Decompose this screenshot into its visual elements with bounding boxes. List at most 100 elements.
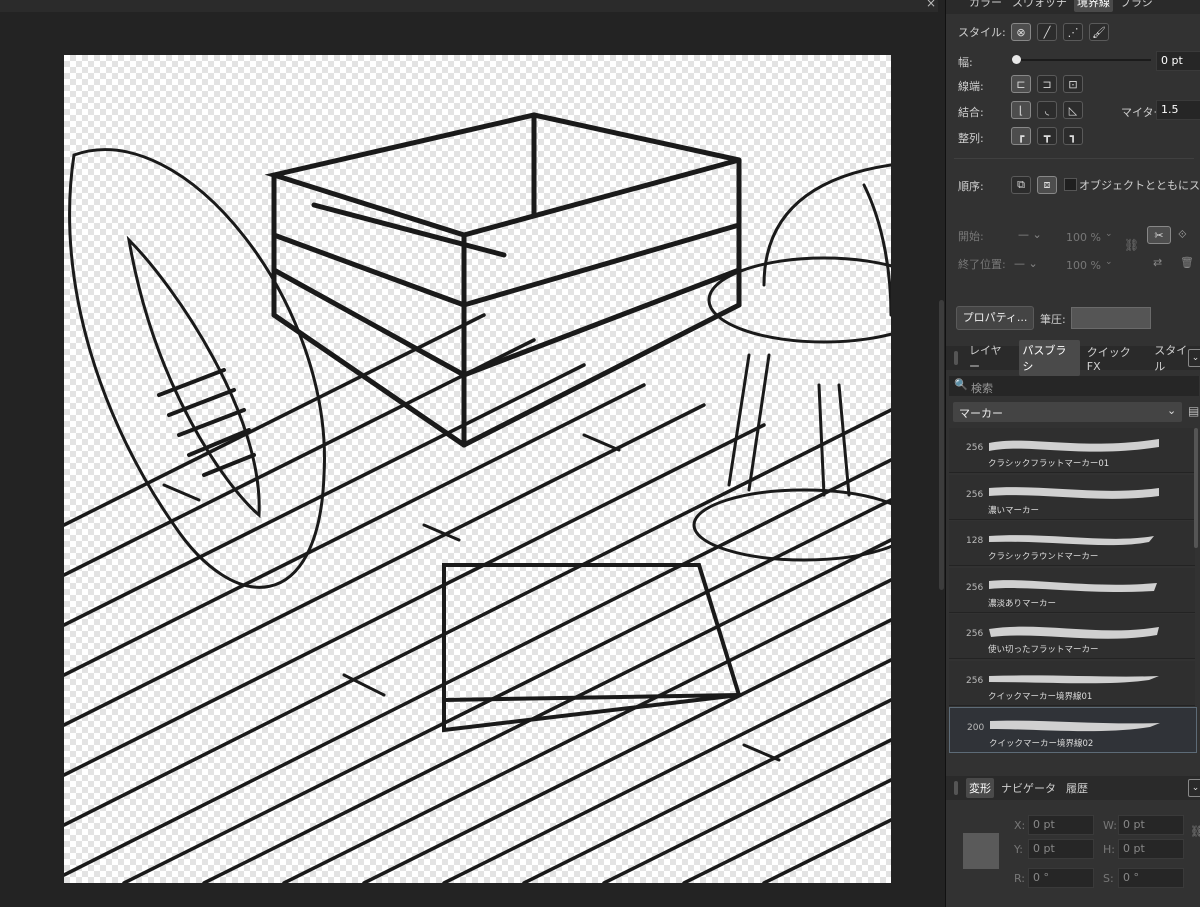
style-solid-button[interactable]: ╱ [1037, 23, 1057, 41]
end-label: 終了位置: [958, 258, 1006, 271]
scrollbar-thumb[interactable] [939, 300, 944, 590]
start-label: 開始: [958, 230, 984, 243]
tab-layers[interactable]: レイヤー [966, 340, 1015, 376]
align-outside-button[interactable]: ┓ [1063, 127, 1083, 145]
pressure-label: 筆圧: [1040, 313, 1066, 326]
brush-item[interactable]: 128 クラシックラウンドマーカー [949, 521, 1195, 566]
w-label: W: [1103, 819, 1117, 832]
solid-line-icon: ╱ [1043, 25, 1051, 39]
brush-item[interactable]: 256 濃淡ありマーカー [949, 567, 1195, 613]
join-round-button[interactable]: ◟ [1037, 101, 1057, 119]
document-canvas[interactable] [64, 55, 891, 883]
scale-with-object-checkbox[interactable] [1064, 178, 1077, 191]
start-scale-field[interactable]: 100 % [1066, 231, 1101, 244]
style-none-button[interactable]: ⊗ [1011, 23, 1031, 41]
artwork-drawing [64, 112, 891, 883]
style-texture-button[interactable]: 🖌 [1089, 23, 1109, 41]
panel-grip[interactable] [954, 351, 958, 365]
link-proportions-icon[interactable]: ⛓ [1190, 825, 1200, 838]
brush-item[interactable]: 256 使い切ったフラットマーカー [949, 614, 1195, 659]
stroke-front-icon: ⧈ [1043, 178, 1051, 191]
arrow-align-icon[interactable]: ⟐ [1178, 228, 1187, 242]
brush-list-scroll-thumb[interactable] [1194, 428, 1198, 548]
w-field[interactable]: 0 pt [1118, 815, 1184, 835]
y-field[interactable]: 0 pt [1028, 839, 1094, 859]
start-scale-dropdown-icon[interactable]: ⌄ [1105, 229, 1113, 239]
order-behind-button[interactable]: ⧉ [1011, 176, 1031, 194]
order-front-button[interactable]: ⧈ [1037, 176, 1057, 194]
brush-size: 256 [966, 443, 984, 453]
style-label: スタイル: [958, 26, 1006, 39]
brush-name: 濃淡ありマーカー [988, 598, 1057, 609]
swap-arrows-icon[interactable]: ⇄ [1153, 256, 1162, 269]
end-arrow-dropdown[interactable]: — ⌄ [1014, 257, 1038, 270]
tab-color[interactable]: カラー [966, 0, 1005, 12]
brush-stroke-preview [989, 674, 1159, 683]
brush-list: 256 クラシックフラットマーカー01 256 濃いマーカー 128 クラシックラウンドマ… [946, 428, 1200, 770]
divider [954, 158, 1194, 159]
join-bevel-button[interactable]: ◺ [1063, 101, 1083, 119]
brush-item[interactable]: 256 濃いマーカー [949, 474, 1195, 520]
brush-stroke-shape [989, 486, 1159, 499]
cap-square-button[interactable]: ⊡ [1063, 75, 1083, 93]
r-field[interactable]: 0 ° [1028, 868, 1094, 888]
width-slider-handle[interactable] [1012, 55, 1021, 64]
h-label: H: [1103, 843, 1115, 856]
bevel-join-icon: ◺ [1068, 103, 1078, 117]
properties-button[interactable]: プロパティ... [956, 306, 1034, 330]
cap-butt-button[interactable]: ⊏ [1011, 75, 1031, 93]
brush-list-scrollbar[interactable] [1194, 428, 1199, 768]
style-dash-button[interactable]: ⋰ [1063, 23, 1083, 41]
miter-field[interactable]: 1.5 [1156, 100, 1200, 120]
brush-stroke-shape [989, 535, 1154, 546]
brush-stroke-preview [989, 579, 1157, 592]
brush-category-label: マーカー [959, 407, 1003, 420]
dash-line-icon: ⋰ [1067, 25, 1079, 39]
tab-transform[interactable]: 変形 [966, 778, 994, 798]
end-scale-dropdown-icon[interactable]: ⌄ [1105, 257, 1113, 267]
brush-search-input[interactable]: 🔍 検索 [949, 376, 1199, 396]
brush-item[interactable]: 200 クイックマーカー境界線02 [949, 707, 1197, 753]
pressure-curve-preview[interactable] [1071, 307, 1151, 329]
anchor-selector[interactable] [963, 833, 999, 869]
brush-name: クラシックラウンドマーカー [988, 552, 1099, 562]
brushes-panel-tabs: レイヤー パスブラシ クイックFX スタイル [946, 340, 1200, 376]
width-field[interactable]: 0 pt [1156, 51, 1200, 71]
tab-path-brushes[interactable]: パスブラシ [1019, 340, 1080, 376]
brush-item[interactable]: 256 クイックマーカー境界線01 [949, 660, 1195, 706]
scale-with-object-label: オブジェクトとともにスケーリング [1079, 179, 1200, 192]
tab-navigator[interactable]: ナビゲータ [998, 778, 1059, 798]
start-arrow-dropdown[interactable]: — ⌄ [1018, 228, 1042, 241]
panel-menu-chevron-icon[interactable]: ⌄ [1188, 349, 1200, 367]
join-miter-button[interactable]: ⌊ [1011, 101, 1031, 119]
butt-cap-icon: ⊏ [1016, 77, 1026, 91]
list-view-icon[interactable]: ▤ [1188, 404, 1199, 418]
tab-history[interactable]: 履歴 [1063, 778, 1091, 798]
s-label: S: [1103, 872, 1114, 885]
arrow-swap-button[interactable]: ✂ [1147, 226, 1171, 244]
s-field[interactable]: 0 ° [1118, 868, 1184, 888]
tab-quick-fx[interactable]: クイックFX [1084, 342, 1147, 375]
width-label: 幅: [958, 56, 973, 69]
tab-brushes[interactable]: ブラシ [1117, 0, 1156, 12]
cap-round-button[interactable]: ⊐ [1037, 75, 1057, 93]
align-inside-button[interactable]: ┳ [1037, 127, 1057, 145]
brush-category-dropdown[interactable]: マーカー ⌄ [953, 402, 1182, 422]
tab-stroke[interactable]: 境界線 [1074, 0, 1113, 12]
h-field[interactable]: 0 pt [1118, 839, 1184, 859]
x-label: X: [1014, 819, 1026, 832]
x-field[interactable]: 0 pt [1028, 815, 1094, 835]
panel-grip[interactable] [954, 781, 958, 795]
end-scale-field[interactable]: 100 % [1066, 259, 1101, 272]
width-slider-track[interactable] [1016, 59, 1151, 61]
close-icon[interactable]: × [926, 0, 936, 10]
tab-swatches[interactable]: スウォッチ [1009, 0, 1070, 12]
brush-stroke-preview [989, 626, 1159, 639]
panel-menu-chevron-icon[interactable]: ⌄ [1188, 779, 1200, 797]
brush-item[interactable]: 256 クラシックフラットマーカー01 [949, 428, 1195, 473]
search-placeholder: 検索 [971, 382, 993, 395]
link-scale-icon[interactable]: ⛓ [1124, 238, 1139, 252]
trash-icon[interactable]: 🗑 [1180, 256, 1194, 269]
align-center-button[interactable]: ┏ [1011, 127, 1031, 145]
canvas-vertical-scrollbar[interactable] [938, 0, 945, 907]
